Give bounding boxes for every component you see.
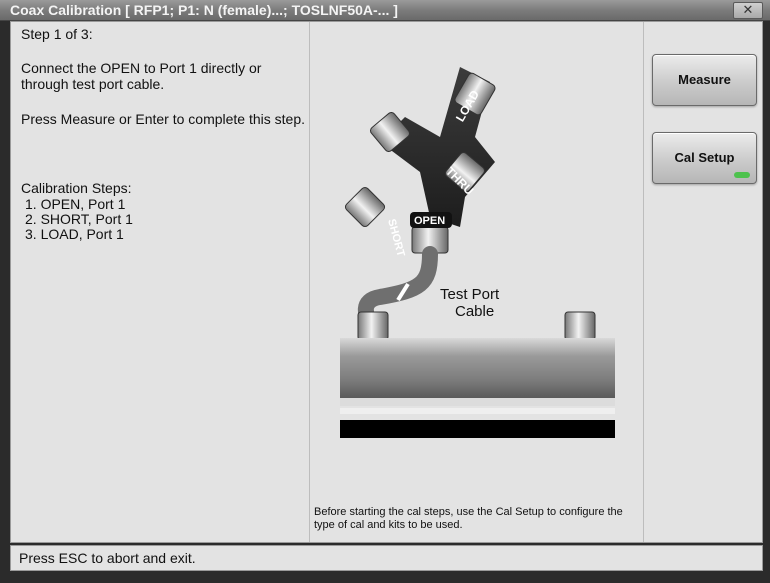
step-item: 3. LOAD, Port 1	[25, 226, 124, 242]
step-item: 2. SHORT, Port 1	[25, 211, 133, 227]
step-item: 1. OPEN, Port 1	[25, 196, 126, 212]
close-button[interactable]: ✕	[733, 2, 763, 19]
measure-button[interactable]: Measure	[652, 54, 757, 106]
short-connector	[344, 186, 386, 228]
short-label: SHORT	[385, 218, 407, 259]
open-label: OPEN	[414, 215, 445, 227]
cable-label: Test Port	[440, 286, 500, 303]
status-bar: Press ESC to abort and exit.	[10, 545, 763, 571]
main-panel: Step 1 of 3: Connect the OPEN to Port 1 …	[10, 21, 763, 543]
steps-heading: Calibration Steps:	[21, 180, 132, 196]
calibration-window: Coax Calibration [ RFP1; P1: N (female).…	[0, 0, 770, 583]
cable-label-2: Cable	[455, 303, 494, 320]
cal-setup-indicator-icon	[734, 172, 750, 178]
cal-setup-note: Before starting the cal steps, use the C…	[314, 506, 623, 531]
connect-instruction: Connect the OPEN to Port 1 directly or t…	[21, 60, 262, 92]
status-text: Press ESC to abort and exit.	[19, 550, 196, 566]
action-pane: Measure Cal Setup	[644, 22, 762, 542]
instrument-panel	[340, 338, 615, 398]
instructions-pane: Step 1 of 3: Connect the OPEN to Port 1 …	[11, 22, 310, 542]
cal-setup-button[interactable]: Cal Setup	[652, 132, 757, 184]
window-title: Coax Calibration [ RFP1; P1: N (female).…	[10, 2, 398, 18]
diagram-pane: LOAD THRU SHORT OPEN Test Port Cable Bef…	[310, 22, 644, 542]
step-indicator: Step 1 of 3:	[21, 26, 93, 42]
title-bar: Coax Calibration [ RFP1; P1: N (female).…	[0, 0, 770, 21]
port1-connector	[357, 311, 389, 341]
cal-setup-label: Cal Setup	[674, 150, 735, 165]
calibration-diagram: LOAD THRU SHORT OPEN Test Port Cable	[340, 67, 615, 438]
press-instruction: Press Measure or Enter to complete this …	[21, 111, 306, 127]
port2-connector	[564, 311, 596, 341]
